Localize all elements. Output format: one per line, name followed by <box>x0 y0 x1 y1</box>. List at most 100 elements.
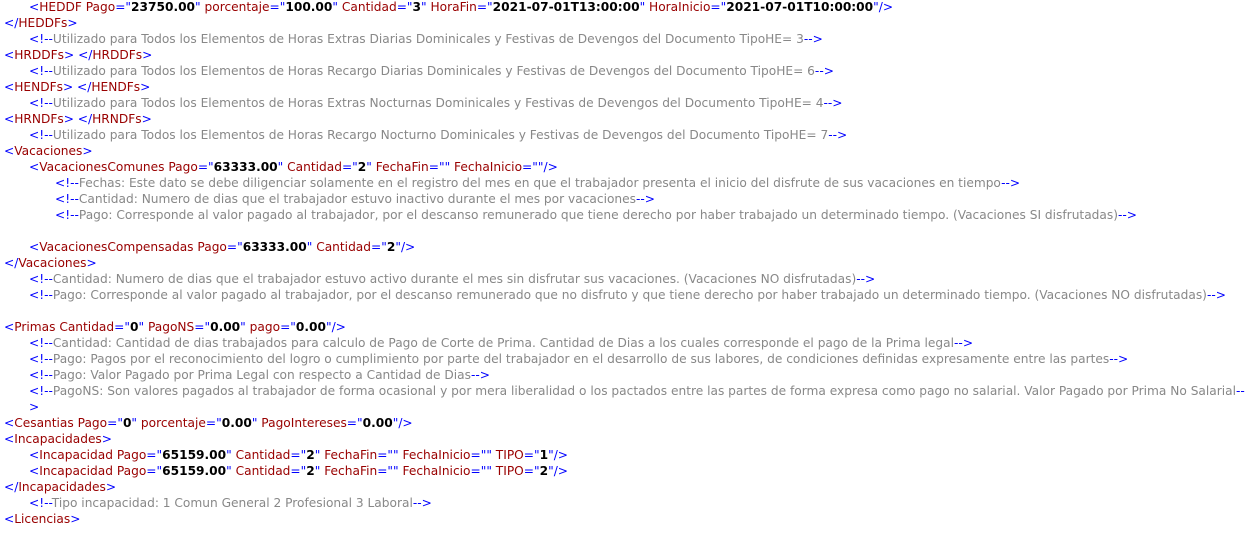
xml-attribute-name: porcentaje <box>204 0 270 14</box>
xml-tag-name: Incapacidad <box>39 448 113 462</box>
xml-punctuation: > <box>140 80 151 94</box>
xml-punctuation: --> <box>1206 288 1226 302</box>
xml-comment: Tipo incapacidad: 1 Comun General 2 Prof… <box>51 496 413 510</box>
xml-punctuation: " <box>277 160 284 174</box>
xml-attribute-name: FechaFin <box>324 448 378 462</box>
xml-attribute-value: 65159.00 <box>162 448 227 462</box>
xml-comment: Utilizado para Todos los Elementos de Ho… <box>52 96 824 110</box>
xml-punctuation: /> <box>398 416 413 430</box>
xml-punctuation: </ <box>4 256 19 270</box>
xml-attribute-value: 0.00 <box>210 320 241 334</box>
xml-attribute-value: 2 <box>539 464 549 478</box>
xml-punctuation: </ <box>4 16 19 30</box>
xml-close-tag-line: </Vacaciones> <box>0 255 97 271</box>
xml-comment: Utilizado para Todos los Elementos de Ho… <box>52 32 804 46</box>
xml-comment-line: <!--Pago: Corresponde al valor pagado al… <box>0 287 1251 303</box>
xml-punctuation: " <box>131 416 138 430</box>
xml-punctuation: =" <box>470 448 487 462</box>
xml-close-tag-line: </Incapacidades> <box>0 479 116 495</box>
xml-tag-name: Vacaciones <box>18 256 87 270</box>
xml-attribute-name: PagoIntereses <box>261 416 347 430</box>
xml-element-line: <Licencias> <box>0 511 80 527</box>
xml-comment: Pago: Corresponde al valor pagado al tra… <box>52 288 1207 302</box>
xml-punctuation: < <box>4 432 15 446</box>
xml-tag-name: HRDDFs <box>14 48 64 62</box>
xml-punctuation: /> <box>543 160 558 174</box>
xml-punctuation: < <box>29 160 40 174</box>
xml-tag-name: Incapacidades <box>18 480 106 494</box>
xml-attribute-value: 2 <box>357 160 367 174</box>
xml-attribute-name: Pago <box>197 240 227 254</box>
xml-attribute-name: HoraInicio <box>649 0 711 14</box>
xml-punctuation: " <box>393 448 399 462</box>
xml-punctuation: =" <box>396 0 413 14</box>
xml-comment-line: <!--Cantidad: Cantidad de dias trabajado… <box>0 335 1251 351</box>
xml-close-tag-line: </HEDDFs> <box>0 15 78 31</box>
xml-attribute-name: Pago <box>77 416 108 430</box>
xml-tag-name: HEDDFs <box>18 16 68 30</box>
xml-punctuation: /> <box>553 448 569 462</box>
xml-punctuation: " <box>486 464 492 478</box>
xml-attribute-value: 2 <box>306 464 315 478</box>
xml-attribute-name: Cantidad <box>59 320 115 334</box>
xml-punctuation: --> <box>856 272 876 286</box>
xml-punctuation: > <box>142 48 153 62</box>
xml-punctuation: " <box>138 320 145 334</box>
xml-attribute-value: 63333.00 <box>213 160 278 174</box>
xml-comment-line: <!--Cantidad: Numero de dias que el trab… <box>0 191 1251 207</box>
xml-punctuation: < <box>29 448 40 462</box>
xml-attribute-name: Cantidad <box>235 448 291 462</box>
xml-punctuation: =" <box>523 464 540 478</box>
xml-comment: Cantidad: Numero de dias que el trabajad… <box>78 192 636 206</box>
xml-punctuation: " <box>240 320 246 334</box>
xml-punctuation: > <box>101 432 113 446</box>
xml-empty-element-line: <HENDFs> </HENDFs> <box>0 79 150 95</box>
xml-element-line: <Cesantias Pago="0" porcentaje="0.00" Pa… <box>0 415 413 431</box>
xml-document-view: <HEDDF Pago="23750.00" porcentaje="100.0… <box>0 0 1251 535</box>
xml-attribute-name: Pago <box>168 160 198 174</box>
xml-element-line: <Primas Cantidad="0" PagoNS="0.00" pago=… <box>0 319 346 335</box>
xml-tag-name: HENDFs <box>91 80 141 94</box>
xml-attribute-name: Pago <box>116 464 147 478</box>
xml-comment: Utilizado para Todos los Elementos de Ho… <box>52 128 829 142</box>
xml-punctuation: =" <box>476 0 493 14</box>
xml-attribute-name: FechaFin <box>375 160 429 174</box>
xml-punctuation: " <box>332 0 338 14</box>
xml-punctuation: > <box>141 112 152 126</box>
xml-attribute-value: 100.00 <box>285 0 333 14</box>
xml-punctuation: < <box>4 512 15 526</box>
xml-tag-name: Primas <box>14 320 56 334</box>
xml-attribute-name: TIPO <box>495 448 524 462</box>
xml-punctuation: --> <box>412 496 432 510</box>
xml-punctuation: --> <box>470 368 490 382</box>
xml-comment: Cantidad: Numero de dias que el trabajad… <box>52 272 857 286</box>
xml-punctuation: =" <box>205 416 222 430</box>
xml-punctuation: <!-- <box>55 208 79 222</box>
xml-punctuation: <!-- <box>29 368 53 382</box>
xml-tag-name: Incapacidad <box>39 464 113 478</box>
xml-punctuation: =" <box>194 320 211 334</box>
xml-tag-name: VacacionesCompensadas <box>39 240 194 254</box>
xml-punctuation: " <box>314 464 321 478</box>
xml-punctuation: " <box>444 160 451 174</box>
xml-punctuation: > </ <box>63 112 93 126</box>
xml-attribute-name: Pago <box>116 448 147 462</box>
xml-attribute-value: 2 <box>306 448 315 462</box>
xml-punctuation: </ <box>4 480 19 494</box>
xml-tag-name: HRNDFs <box>92 112 142 126</box>
xml-attribute-value: 1 <box>539 448 549 462</box>
xml-punctuation: < <box>4 80 15 94</box>
xml-punctuation: < <box>4 416 15 430</box>
xml-empty-element-line: <HRNDFs> </HRNDFs> <box>0 111 152 127</box>
xml-punctuation: =" <box>290 464 307 478</box>
xml-punctuation: " <box>195 0 201 14</box>
xml-punctuation: < <box>4 48 15 62</box>
xml-punctuation: > </ <box>62 80 92 94</box>
xml-punctuation: =" <box>290 448 307 462</box>
xml-punctuation: " <box>421 0 427 14</box>
xml-punctuation: " <box>226 464 232 478</box>
xml-punctuation: <!-- <box>29 288 53 302</box>
xml-element-line: <VacacionesComunes Pago="63333.00" Canti… <box>0 159 558 175</box>
xml-punctuation: =" <box>280 320 296 334</box>
xml-attribute-name: Pago <box>85 0 116 14</box>
